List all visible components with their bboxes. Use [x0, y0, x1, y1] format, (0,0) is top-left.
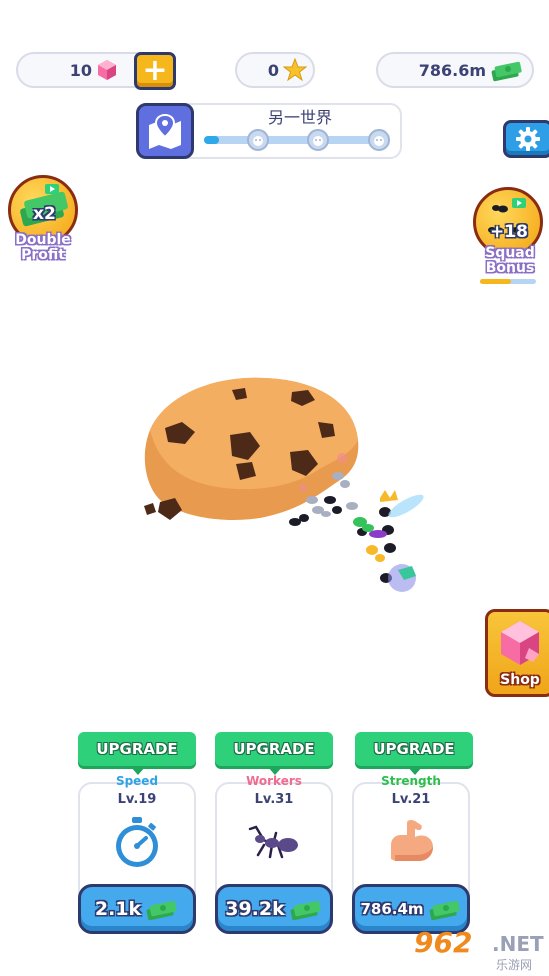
map-pin-icon	[149, 113, 181, 149]
world-name: 另一世界	[267, 108, 332, 127]
upgrade-tag: UPGRADE	[78, 732, 196, 775]
settings-button[interactable]	[503, 120, 549, 158]
squad-bonus-amount: +18	[490, 222, 528, 242]
bicep-icon	[391, 819, 433, 861]
gem-icon	[98, 60, 116, 80]
stat-name: Strength	[381, 774, 441, 788]
stage-node-3	[368, 129, 390, 151]
stopwatch-icon	[116, 817, 158, 867]
cash-amount: 786.6m	[418, 60, 486, 80]
double-profit-label-line1: Double	[15, 232, 71, 248]
shop-label: Shop	[500, 672, 540, 688]
upgrade-tag: UPGRADE	[215, 732, 333, 775]
ant-face-icon	[374, 136, 384, 146]
buy-gems-button[interactable]: +	[134, 52, 176, 90]
stat-level: Lv.19	[117, 792, 157, 807]
squad-bonus-progress-fill	[480, 279, 511, 284]
stat-level: Lv.31	[254, 792, 294, 807]
ant-face-icon	[313, 136, 323, 146]
cash-stack-icon	[491, 61, 522, 82]
upgrade-speed-button[interactable]: 2.1k	[78, 884, 196, 934]
game-scene[interactable]	[0, 360, 549, 660]
watermark-suffix: .NET	[492, 932, 544, 956]
ant-icon	[248, 825, 298, 859]
star-count: 0	[267, 60, 279, 80]
stat-name: Speed	[115, 774, 159, 788]
stage-progress-track	[204, 136, 390, 144]
site-watermark: 962 .NET 乐游网	[408, 926, 548, 974]
stage-node-2	[307, 129, 329, 151]
cash-counter: 786.6m	[376, 52, 534, 88]
gem-icon	[501, 621, 539, 665]
gem-count: 10	[69, 60, 92, 80]
star-icon	[283, 58, 307, 82]
shop-button[interactable]: Shop	[485, 609, 549, 697]
stage-progress-fill	[204, 136, 219, 144]
plus-icon: +	[142, 53, 168, 88]
watermark-cn: 乐游网	[496, 958, 533, 972]
world-map-button[interactable]	[136, 103, 194, 159]
cash-stack-icon	[290, 900, 321, 921]
upgrade-workers-button[interactable]: 39.2k	[215, 884, 333, 934]
stat-name: Workers	[246, 774, 302, 788]
cash-stack-icon	[146, 900, 177, 921]
stage-node-1	[247, 129, 269, 151]
cash-stack-icon	[429, 900, 460, 921]
squad-bonus-progress	[480, 279, 536, 284]
stat-level: Lv.21	[391, 792, 431, 807]
watermark-number: 962	[414, 926, 473, 959]
squad-bonus-label-line1: Squad	[485, 245, 535, 261]
double-profit-label-line2: Profit	[21, 247, 65, 263]
squad-bonus-label-line2: Bonus	[485, 260, 535, 276]
upgrade-tag: UPGRADE	[355, 732, 473, 775]
gear-icon	[516, 127, 540, 151]
upgrade-price: 39.2k	[225, 898, 285, 920]
upgrade-price: 786.4m	[360, 900, 424, 918]
double-profit-multiplier: x2	[33, 204, 56, 224]
star-counter: 0	[235, 52, 315, 88]
double-profit-label: Double Profit	[4, 233, 82, 263]
squad-bonus-label: Squad Bonus	[472, 246, 548, 276]
ant-face-icon	[253, 136, 263, 146]
upgrade-price: 2.1k	[94, 898, 142, 920]
